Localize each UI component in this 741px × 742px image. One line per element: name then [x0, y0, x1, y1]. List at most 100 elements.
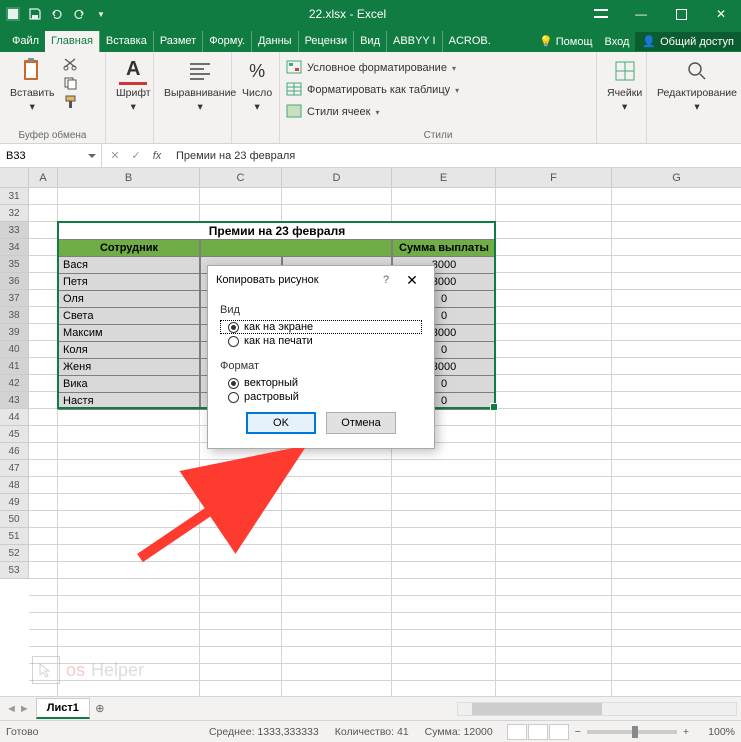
cell[interactable] — [58, 596, 200, 613]
cell[interactable] — [200, 562, 282, 579]
tab-data[interactable]: Данны — [251, 31, 298, 52]
cell[interactable] — [612, 358, 741, 375]
cell[interactable] — [282, 545, 392, 562]
table-row[interactable]: Петя — [58, 273, 200, 291]
cell[interactable] — [496, 256, 612, 273]
row-header[interactable]: 34 — [0, 239, 29, 256]
radio-raster[interactable]: растровый — [220, 390, 422, 404]
cell[interactable] — [29, 409, 58, 426]
row-header[interactable]: 35 — [0, 256, 29, 273]
cell[interactable] — [496, 307, 612, 324]
cell[interactable] — [58, 477, 200, 494]
column-header[interactable]: B — [58, 168, 200, 188]
cell[interactable] — [612, 324, 741, 341]
grid[interactable]: ABCDEFG 31323334353637383940414243444546… — [0, 168, 741, 696]
cell[interactable] — [282, 647, 392, 664]
cell[interactable] — [392, 596, 496, 613]
cell[interactable] — [392, 664, 496, 681]
share-button[interactable]: 👤Общий доступ — [635, 32, 741, 51]
cell[interactable] — [392, 477, 496, 494]
cell[interactable] — [612, 630, 741, 647]
cell[interactable] — [200, 596, 282, 613]
row-header[interactable]: 42 — [0, 375, 29, 392]
row-header[interactable]: 50 — [0, 511, 29, 528]
cell[interactable] — [496, 511, 612, 528]
cell[interactable] — [612, 528, 741, 545]
cell[interactable] — [496, 528, 612, 545]
cell[interactable] — [496, 222, 612, 239]
cell[interactable] — [612, 477, 741, 494]
row-header[interactable]: 33 — [0, 222, 29, 239]
cell[interactable] — [29, 494, 58, 511]
cell[interactable] — [496, 477, 612, 494]
fx-cancel-icon[interactable]: ✕ — [106, 149, 124, 162]
cell[interactable] — [612, 664, 741, 681]
cell[interactable] — [612, 290, 741, 307]
table-row[interactable]: Женя — [58, 358, 200, 376]
cell[interactable] — [29, 477, 58, 494]
save-icon[interactable] — [26, 5, 44, 23]
cell[interactable] — [58, 562, 200, 579]
cell[interactable] — [612, 562, 741, 579]
row-header[interactable]: 37 — [0, 290, 29, 307]
cell[interactable] — [496, 392, 612, 409]
fx-icon[interactable]: fx — [148, 150, 166, 162]
cell[interactable] — [612, 596, 741, 613]
cell[interactable] — [29, 460, 58, 477]
cell[interactable] — [392, 511, 496, 528]
table-row[interactable]: Коля — [58, 341, 200, 359]
cell[interactable] — [392, 494, 496, 511]
cell[interactable] — [29, 613, 58, 630]
cell[interactable] — [392, 528, 496, 545]
cell[interactable] — [612, 256, 741, 273]
cell[interactable] — [58, 188, 200, 205]
format-as-table-button[interactable]: Форматировать как таблицу▾ — [286, 81, 459, 99]
cell[interactable] — [200, 205, 282, 222]
cell[interactable] — [612, 188, 741, 205]
cell[interactable] — [612, 460, 741, 477]
cell[interactable] — [612, 647, 741, 664]
qat-dropdown-icon[interactable]: ▼ — [92, 5, 110, 23]
cell[interactable] — [612, 494, 741, 511]
tab-view[interactable]: Вид — [353, 31, 386, 52]
cell[interactable] — [392, 630, 496, 647]
cell[interactable] — [496, 562, 612, 579]
cell[interactable] — [496, 324, 612, 341]
tab-abbyy[interactable]: ABBYY I — [386, 31, 442, 52]
cell[interactable] — [58, 630, 200, 647]
cell[interactable] — [29, 545, 58, 562]
column-header[interactable]: D — [282, 168, 392, 188]
cell[interactable] — [29, 290, 58, 307]
cell[interactable] — [496, 273, 612, 290]
cell[interactable] — [282, 596, 392, 613]
cell[interactable] — [612, 579, 741, 596]
cell[interactable] — [612, 511, 741, 528]
dialog-help-icon[interactable]: ? — [374, 274, 398, 286]
cell[interactable] — [496, 188, 612, 205]
cell[interactable] — [612, 375, 741, 392]
cell[interactable] — [496, 630, 612, 647]
row-header[interactable]: 40 — [0, 341, 29, 358]
select-all-button[interactable] — [0, 168, 29, 188]
cell[interactable] — [29, 307, 58, 324]
row-header[interactable]: 36 — [0, 273, 29, 290]
cell[interactable] — [200, 477, 282, 494]
cell[interactable] — [58, 545, 200, 562]
cell[interactable] — [496, 375, 612, 392]
cell[interactable] — [58, 409, 200, 426]
sheet-nav-prev-icon[interactable]: ◄ — [6, 703, 17, 715]
minimize-icon[interactable]: — — [621, 0, 661, 28]
cell[interactable] — [612, 443, 741, 460]
cell[interactable] — [200, 681, 282, 696]
row-header[interactable]: 49 — [0, 494, 29, 511]
cell[interactable] — [29, 341, 58, 358]
maximize-icon[interactable] — [661, 0, 701, 28]
cell[interactable] — [282, 205, 392, 222]
cell[interactable] — [200, 630, 282, 647]
column-header[interactable]: C — [200, 168, 282, 188]
cell[interactable] — [282, 188, 392, 205]
radio-as-print[interactable]: как на печати — [220, 334, 422, 348]
cell[interactable] — [282, 494, 392, 511]
sheet-tab[interactable]: Лист1 — [36, 698, 90, 719]
cell[interactable] — [496, 460, 612, 477]
